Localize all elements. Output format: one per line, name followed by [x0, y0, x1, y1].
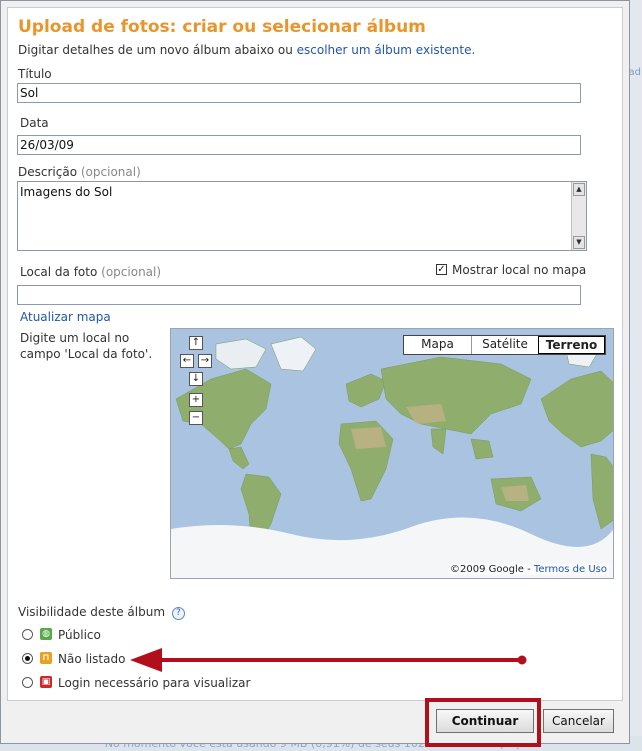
subtitle-text: Digitar detalhes de um novo álbum abaixo…	[18, 43, 297, 57]
help-icon[interactable]: ?	[171, 607, 185, 620]
world-map-terrain	[171, 329, 613, 578]
visibility-unlisted-radio[interactable]	[22, 653, 33, 664]
show-on-map-label: Mostrar local no mapa	[452, 263, 587, 277]
pan-right-icon[interactable]: →	[198, 354, 212, 368]
annotation-arrow-icon	[130, 648, 527, 672]
pan-down-icon[interactable]: ↓	[189, 372, 203, 386]
pan-up-icon[interactable]: ↑	[189, 336, 203, 350]
description-label: Descrição (opcional)	[18, 165, 141, 179]
location-hint: Digite um local no campo 'Local da foto'…	[20, 331, 153, 361]
description-text: Imagens do Sol	[20, 185, 113, 199]
visibility-label-text: Visibilidade deste álbum	[18, 605, 166, 619]
globe-icon: ◍	[40, 628, 52, 640]
choose-existing-album-link[interactable]: escolher um álbum existente.	[297, 43, 476, 57]
map-type-terreno-button[interactable]: Terreno	[538, 336, 605, 354]
scroll-up-icon[interactable]: ▲	[573, 183, 585, 196]
cancel-button[interactable]: Cancelar	[543, 709, 614, 733]
description-scrollbar[interactable]: ▲ ▼	[571, 182, 586, 250]
description-textarea[interactable]: Imagens do Sol ▲ ▼	[17, 181, 587, 251]
map-copyright-text: ©2009 Google -	[450, 564, 531, 575]
continue-button[interactable]: Continuar	[436, 709, 534, 733]
description-label-text: Descrição	[18, 165, 78, 179]
background-window-edge: ad	[628, 0, 642, 751]
visibility-unlisted-label: Não listado	[58, 652, 126, 666]
update-map-link[interactable]: Atualizar mapa	[20, 310, 111, 324]
location-map[interactable]: ↑ ← → ↓ + − Mapa Satélite Terreno ©2009 …	[170, 328, 614, 579]
zoom-out-icon[interactable]: −	[189, 411, 203, 425]
date-input[interactable]: 26/03/09	[17, 135, 581, 155]
map-type-mapa-button[interactable]: Mapa	[404, 336, 471, 354]
location-label-text: Local da foto	[20, 265, 98, 279]
padlock-closed-icon: ▣	[40, 676, 52, 688]
upload-dialog: Upload de fotos: criar ou selecionar álb…	[0, 0, 630, 747]
location-label: Local da foto (opcional)	[20, 265, 161, 279]
visibility-login-radio[interactable]	[22, 677, 33, 688]
visibility-public-label: Público	[58, 628, 101, 642]
album-form-panel: Upload de fotos: criar ou selecionar álb…	[7, 7, 623, 701]
map-type-selector: Mapa Satélite Terreno	[403, 335, 606, 355]
pan-left-icon[interactable]: ←	[180, 354, 194, 368]
map-terms-link[interactable]: Termos de Uso	[534, 564, 607, 575]
show-on-map-checkbox[interactable]: ✓	[436, 264, 447, 275]
padlock-open-icon: ⊓	[40, 652, 52, 664]
background-side-text: ad	[628, 67, 641, 78]
title-label: Título	[18, 67, 52, 81]
dialog-title: Upload de fotos: criar ou selecionar álb…	[18, 17, 426, 37]
map-type-satelite-button[interactable]: Satélite	[471, 336, 538, 354]
visibility-login-label: Login necessário para visualizar	[58, 676, 251, 690]
dialog-subtitle: Digitar detalhes de um novo álbum abaixo…	[18, 43, 475, 57]
visibility-public-radio[interactable]	[22, 629, 33, 640]
description-optional-text: (opcional)	[80, 165, 141, 179]
title-input[interactable]: Sol	[17, 83, 581, 103]
location-input[interactable]	[17, 285, 581, 305]
map-copyright: ©2009 Google - Termos de Uso	[448, 564, 609, 575]
date-label: Data	[20, 116, 49, 130]
scroll-down-icon[interactable]: ▼	[573, 236, 585, 249]
location-optional-text: (opcional)	[101, 265, 162, 279]
visibility-label: Visibilidade deste álbum ?	[18, 605, 185, 620]
zoom-in-icon[interactable]: +	[189, 393, 203, 407]
